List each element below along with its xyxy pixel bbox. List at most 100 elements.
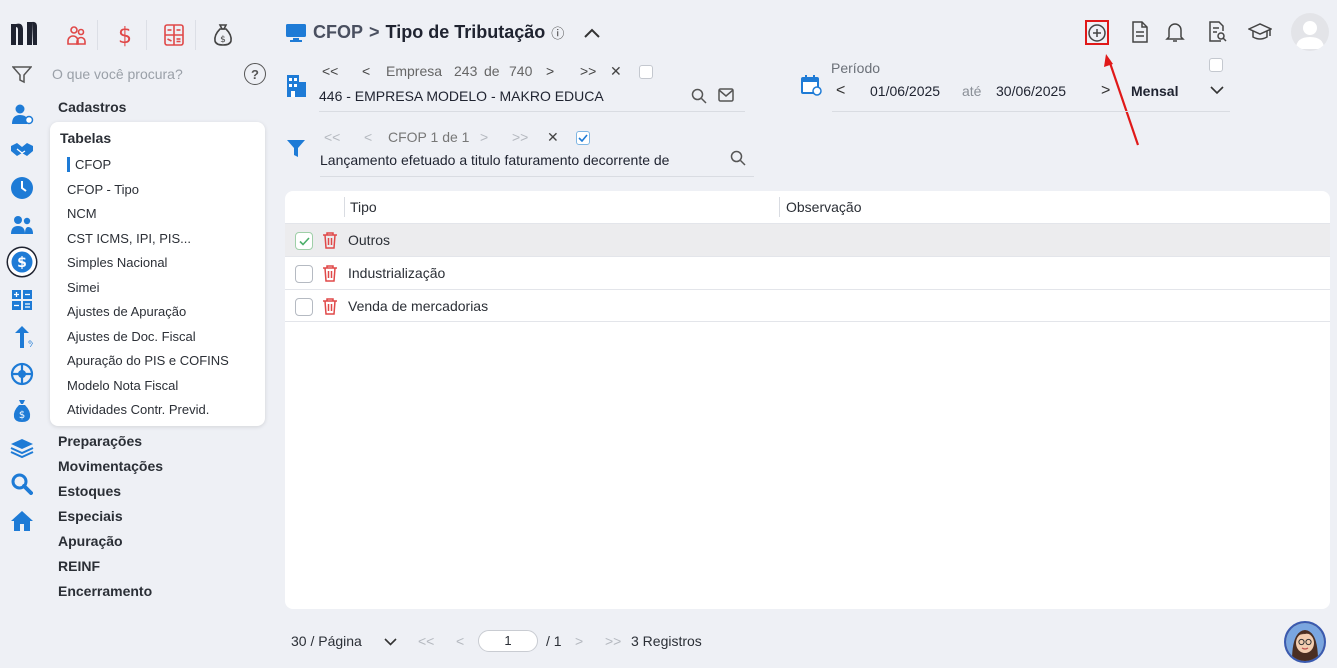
submenu-item-ncm[interactable]: NCM	[67, 206, 97, 221]
submenu-item-atividades-contr-previd[interactable]: Atividades Contr. Previd.	[67, 402, 209, 417]
menu-especiais[interactable]: Especiais	[58, 508, 123, 524]
menu-movimentacoes[interactable]: Movimentações	[58, 458, 163, 474]
cfop-next-button[interactable]: >	[480, 129, 488, 145]
period-type-select[interactable]: Mensal	[1131, 83, 1178, 99]
data-table: Tipo Observação Outros Industrialização …	[285, 191, 1330, 609]
help-icon[interactable]: ?	[244, 63, 266, 85]
company-name[interactable]: 446 - EMPRESA MODELO - MAKRO EDUCA	[319, 88, 604, 104]
row-checkbox[interactable]	[295, 298, 313, 316]
magnifier-icon[interactable]	[10, 472, 34, 496]
document-icon[interactable]	[1128, 20, 1152, 44]
per-page-select[interactable]: 30 / Página	[291, 633, 362, 649]
trash-icon[interactable]	[322, 264, 338, 282]
report-search-icon[interactable]	[1205, 20, 1229, 44]
layers-icon[interactable]	[10, 436, 34, 460]
menu-estoques[interactable]: Estoques	[58, 483, 121, 499]
menu-reinf[interactable]: REINF	[58, 558, 100, 574]
money-bag-icon[interactable]: $	[207, 20, 239, 50]
company-label: Empresa	[386, 63, 443, 79]
period-prev-button[interactable]: <	[836, 82, 845, 100]
menu-preparacoes[interactable]: Preparações	[58, 433, 142, 449]
mail-icon[interactable]	[718, 88, 734, 102]
cfop-last-button[interactable]: >>	[512, 129, 528, 145]
home-icon[interactable]	[10, 509, 34, 533]
handshake-icon[interactable]	[10, 138, 34, 162]
global-search-input[interactable]: O que você procura?	[52, 66, 183, 82]
page-last-button[interactable]: >>	[605, 633, 621, 649]
row-checkbox[interactable]	[295, 232, 313, 250]
user-avatar[interactable]	[1291, 13, 1329, 51]
trash-icon[interactable]	[322, 231, 338, 249]
company-last-button[interactable]: >>	[580, 63, 596, 79]
column-header-observacao[interactable]: Observação	[786, 199, 861, 215]
company-clear-button[interactable]: ✕	[610, 63, 622, 80]
arrow-percent-icon[interactable]: %	[10, 325, 34, 349]
menu-cadastros[interactable]: Cadastros	[58, 99, 126, 115]
cfop-description[interactable]: Lançamento efetuado a titulo faturamento…	[320, 152, 726, 168]
period-checkbox[interactable]	[1209, 58, 1223, 72]
table-row[interactable]: Venda de mercadorias	[285, 289, 1330, 322]
menu-encerramento[interactable]: Encerramento	[58, 583, 152, 599]
cfop-checkbox[interactable]	[576, 131, 590, 145]
submenu-item-cst[interactable]: CST ICMS, IPI, PIS...	[67, 231, 191, 246]
page-prev-button[interactable]: <	[456, 633, 464, 649]
cfop-clear-button[interactable]: ✕	[547, 129, 559, 146]
company-first-button[interactable]: <<	[322, 63, 338, 79]
cfop-prev-button[interactable]: <	[364, 129, 372, 145]
page-first-button[interactable]: <<	[418, 633, 434, 649]
search-icon[interactable]	[691, 88, 707, 104]
row-checkbox[interactable]	[295, 265, 313, 283]
column-header-tipo[interactable]: Tipo	[350, 199, 377, 215]
submenu-item-ajustes-apuracao[interactable]: Ajustes de Apuração	[67, 304, 186, 319]
graduation-cap-icon[interactable]	[1247, 20, 1273, 44]
submenu-item-modelo-nota-fiscal[interactable]: Modelo Nota Fiscal	[67, 378, 178, 393]
chevron-down-icon[interactable]	[1210, 86, 1224, 95]
trash-icon[interactable]	[322, 297, 338, 315]
register-user-icon[interactable]	[10, 102, 34, 126]
submenu-item-simei[interactable]: Simei	[67, 280, 100, 295]
period-start-date[interactable]: 01/06/2025	[870, 83, 940, 99]
cfop-first-button[interactable]: <<	[324, 129, 340, 145]
page-next-button[interactable]: >	[575, 633, 583, 649]
info-icon[interactable]: ⓘ	[551, 23, 564, 42]
per-page-chevron-icon[interactable]	[384, 638, 397, 646]
chevron-up-icon[interactable]	[584, 28, 600, 38]
company-current[interactable]: 243	[454, 63, 477, 79]
submenu-item-cfop-tipo[interactable]: CFOP - Tipo	[67, 182, 139, 197]
menu-apuracao[interactable]: Apuração	[58, 533, 123, 549]
users-module-icon[interactable]	[61, 20, 93, 50]
period-label: Período	[831, 60, 881, 76]
period-end-date[interactable]: 30/06/2025	[996, 83, 1066, 99]
app-logo[interactable]	[10, 20, 38, 46]
submenu-item-simples-nacional[interactable]: Simples Nacional	[67, 255, 167, 270]
breadcrumb-parent[interactable]: CFOP	[313, 22, 363, 43]
submenu-title[interactable]: Tabelas	[60, 130, 111, 146]
dollar-icon[interactable]: $	[109, 20, 141, 50]
people-icon[interactable]	[10, 213, 34, 237]
table-row[interactable]: Industrialização	[285, 256, 1330, 289]
filter-icon[interactable]	[12, 66, 32, 84]
company-prev-button[interactable]: <	[362, 63, 370, 79]
company-next-button[interactable]: >	[546, 63, 554, 79]
bell-icon[interactable]	[1163, 20, 1187, 44]
add-button[interactable]	[1085, 20, 1109, 45]
submenu-item-apuracao-pis-cofins[interactable]: Apuração do PIS e COFINS	[67, 353, 229, 368]
clock-icon[interactable]	[10, 176, 34, 200]
company-underline	[319, 111, 745, 112]
active-indicator	[67, 157, 70, 172]
calculator-icon[interactable]	[158, 20, 190, 50]
page-title: Tipo de Tributação	[385, 22, 546, 42]
assistant-avatar[interactable]	[1284, 621, 1326, 663]
company-checkbox[interactable]	[639, 65, 653, 79]
page-number-input[interactable]: 1	[478, 630, 538, 652]
submenu-item-cfop[interactable]: CFOP	[75, 157, 111, 172]
period-next-button[interactable]: >	[1101, 82, 1110, 100]
table-row[interactable]: Outros	[285, 223, 1330, 256]
annotation-arrow-icon	[1100, 52, 1144, 148]
submenu-item-ajustes-doc-fiscal[interactable]: Ajustes de Doc. Fiscal	[67, 329, 196, 344]
calculator-nav-icon[interactable]	[10, 288, 34, 312]
money-bag-nav-icon[interactable]: $	[10, 399, 34, 423]
fiscal-dollar-icon[interactable]: $	[8, 248, 36, 276]
network-gear-icon[interactable]	[10, 362, 34, 386]
cfop-search-icon[interactable]	[730, 150, 746, 166]
